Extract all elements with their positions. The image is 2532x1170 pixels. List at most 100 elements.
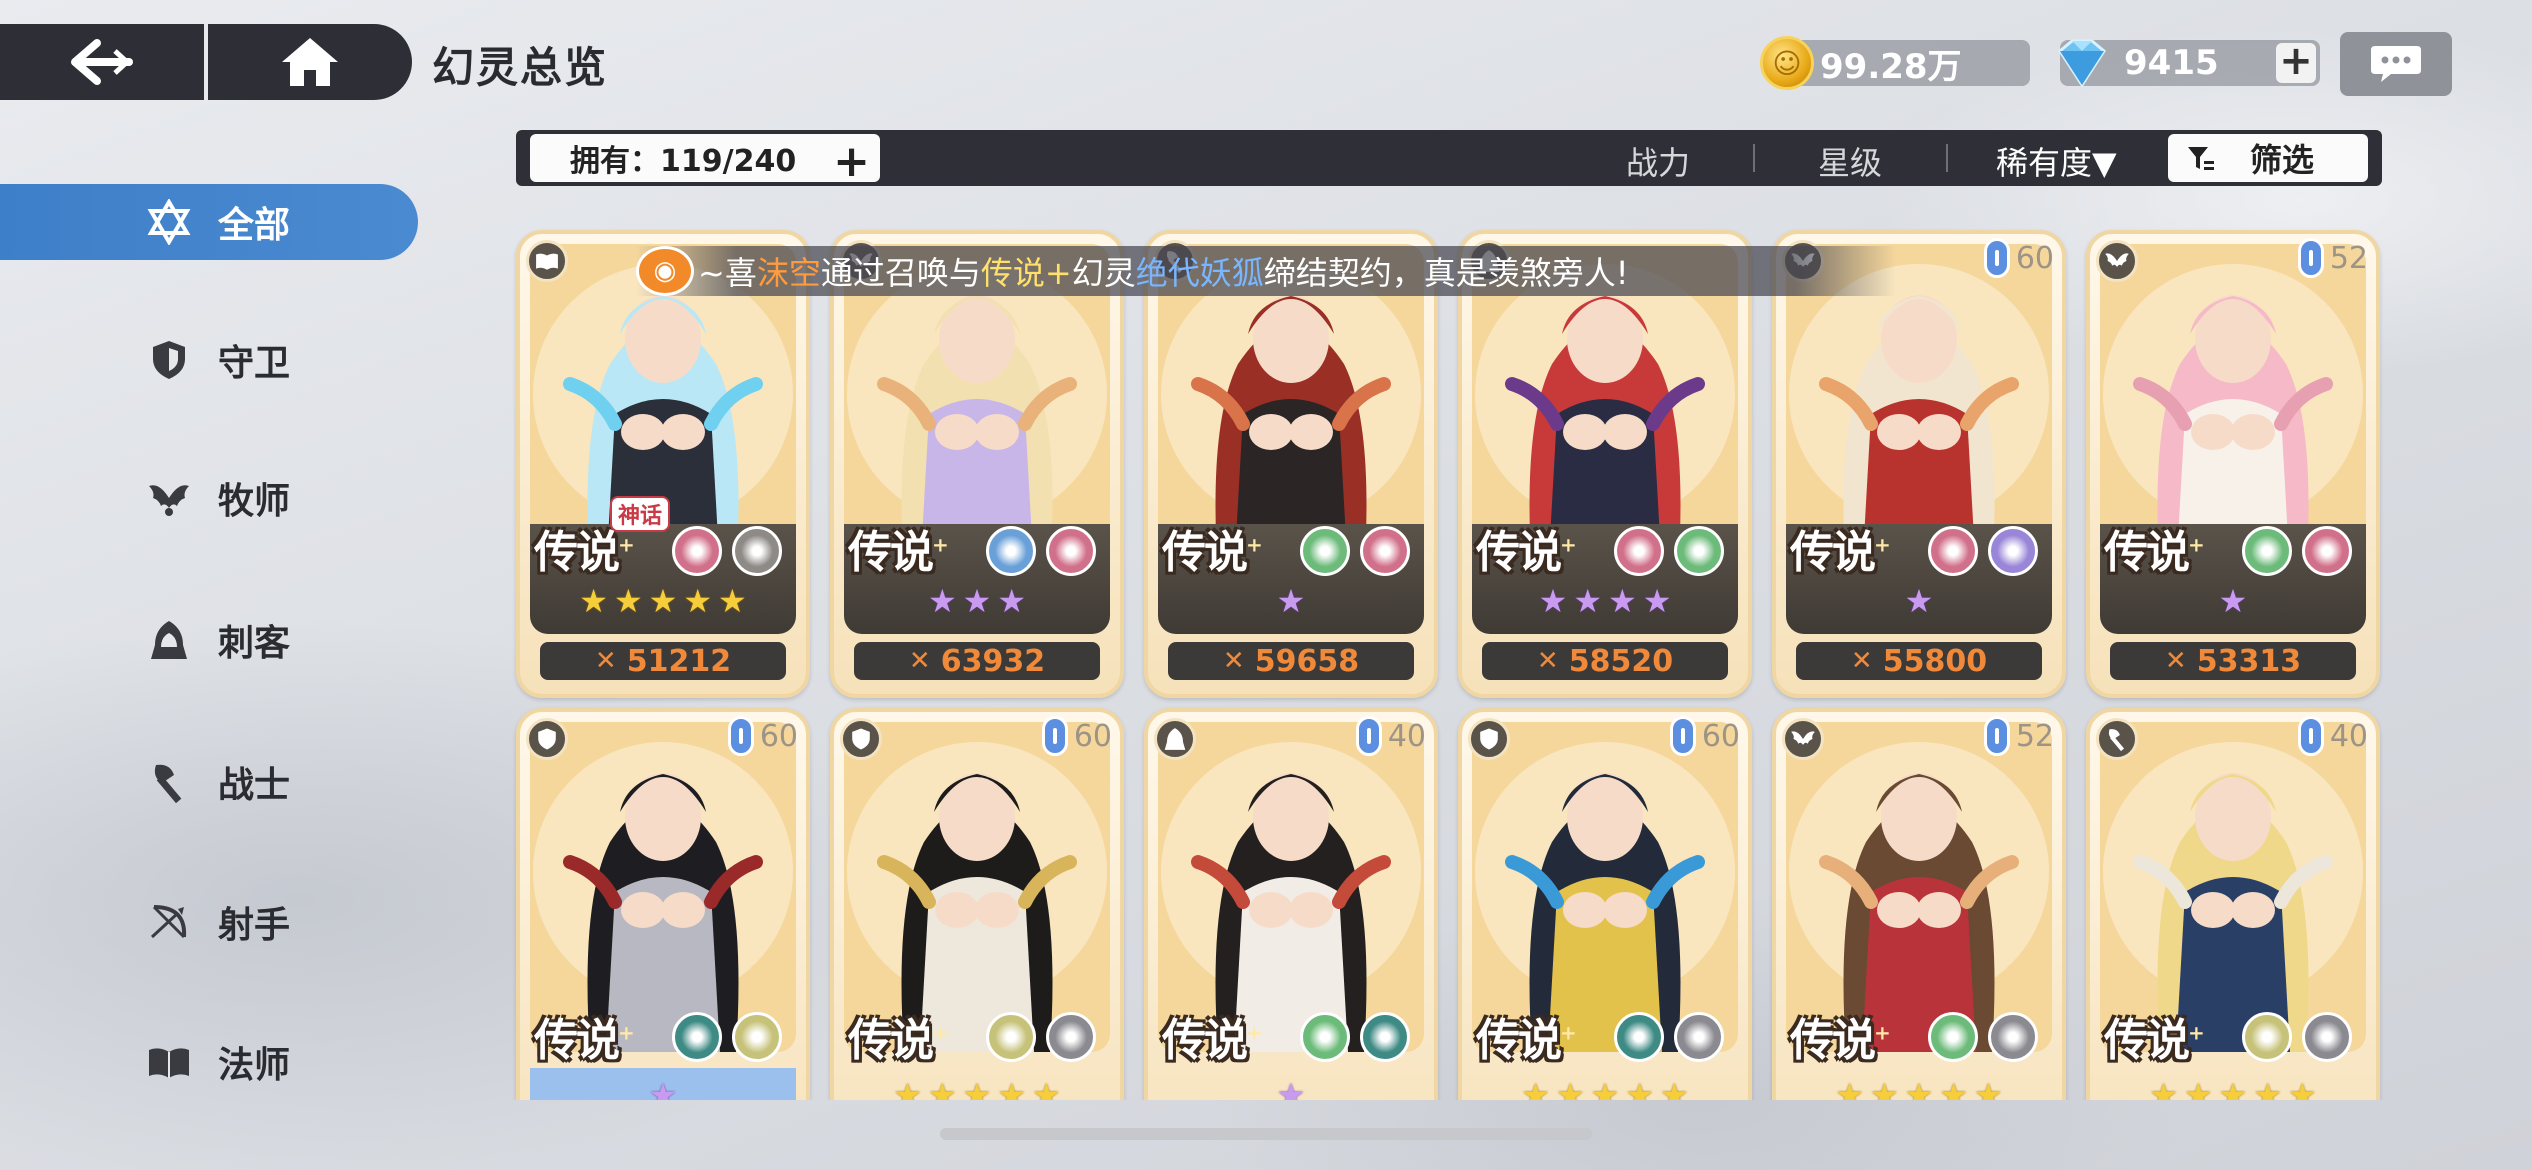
- crossed-swords-icon: ✕: [1850, 646, 1873, 676]
- star-icon: ★: [718, 582, 747, 620]
- rarity-text: 传说: [1476, 527, 1562, 578]
- star-rating: ★: [1776, 584, 2062, 618]
- add-gems-button[interactable]: +: [2276, 41, 2316, 83]
- rarity-label: 传说+: [1476, 527, 1577, 578]
- spirit-card[interactable]: 40 传说+ ★ ★ ★ ★ ★: [2086, 708, 2380, 1100]
- sidebar-item-assassin[interactable]: 刺客: [0, 602, 418, 678]
- rarity-label: 传说+: [1162, 1015, 1263, 1066]
- power-value: 53313: [2196, 643, 2302, 679]
- spirit-card[interactable]: 60 传说+ ★ ✕ 55800: [1772, 230, 2066, 698]
- sidebar-label: 射手: [218, 905, 291, 946]
- hood-icon: [146, 617, 192, 663]
- level-tag: 52: [1983, 716, 2054, 756]
- element-icon: [986, 526, 1036, 576]
- spirit-card[interactable]: 传说+ ★ ✕ 59658: [1144, 230, 1438, 698]
- shield-icon: [146, 337, 192, 383]
- star-icon: ★: [1538, 582, 1568, 620]
- star-icon: ★: [2149, 1076, 2178, 1100]
- rarity-text: 传说: [1162, 527, 1248, 578]
- filter-label: 筛选: [2250, 141, 2315, 179]
- book-icon: [146, 1039, 192, 1085]
- sidebar-item-warrior[interactable]: 战士: [0, 744, 418, 820]
- rarity-text: 传说: [848, 1015, 934, 1066]
- home-button[interactable]: [208, 24, 412, 100]
- rarity-text: 传说: [534, 1015, 620, 1066]
- element-icon: [2242, 526, 2292, 576]
- element-icon: [1674, 1012, 1724, 1062]
- spirit-card[interactable]: 60 传说+ ★ ★ ★ ★ ★: [830, 708, 1124, 1100]
- star-icon: ★: [2183, 1076, 2213, 1100]
- element-icon: [672, 1012, 722, 1062]
- gem-amount: 9415: [2124, 43, 2219, 83]
- star-icon: ★: [683, 582, 713, 620]
- star-icon: ★: [1974, 1076, 2003, 1100]
- star-rating: ★ ★ ★ ★ ★: [2090, 1078, 2376, 1100]
- crossed-swords-icon: ✕: [1536, 646, 1559, 676]
- star-icon: ★: [962, 1076, 992, 1100]
- power-badge: ✕ 58520: [1482, 642, 1728, 680]
- spirit-card[interactable]: 传说+ ★ ★ ★ ✕ 63932: [830, 230, 1124, 698]
- myth-tag: 神话: [610, 496, 671, 532]
- spirit-card[interactable]: 40 传说+ ★: [1144, 708, 1438, 1100]
- sidebar-item-all[interactable]: 全部: [0, 184, 418, 260]
- gold-amount: 99.28万: [1820, 46, 1962, 87]
- gold-counter[interactable]: ☺ 99.28万: [1760, 36, 2030, 90]
- filter-button[interactable]: 筛选: [2168, 134, 2368, 182]
- level-tag: 40: [2297, 716, 2368, 756]
- character-portrait: [1158, 722, 1424, 1052]
- element-icon: [732, 526, 782, 576]
- star-icon: ★: [1608, 582, 1637, 620]
- element-icon: [1046, 1012, 1096, 1062]
- star-icon: ★: [1590, 1076, 1620, 1100]
- spirit-card[interactable]: 传说+ ★ ★ ★ ★ ✕ 58520: [1458, 230, 1752, 698]
- star-rating: ★ ★ ★ ★ ★: [834, 1078, 1120, 1100]
- hood-icon: [1154, 718, 1196, 760]
- star-icon: ★: [613, 582, 643, 620]
- sidebar-label: 牧师: [218, 481, 291, 522]
- star-icon: ★: [648, 582, 678, 620]
- rarity-label: 传说+: [848, 527, 949, 578]
- spirit-card[interactable]: 60 传说+ ★ ★ ★ ★ ★: [1458, 708, 1752, 1100]
- sidebar-item-guard[interactable]: 守卫: [0, 322, 418, 398]
- expand-slots-button[interactable]: +: [833, 136, 870, 187]
- sort-star-tab[interactable]: 星级: [1818, 138, 1882, 184]
- rarity-label: 传说+: [1790, 527, 1891, 578]
- crossed-swords-icon: ✕: [1222, 646, 1245, 676]
- back-button[interactable]: [0, 24, 204, 100]
- owned-count-box[interactable]: 拥有：119/240 +: [530, 134, 880, 187]
- spirit-card[interactable]: 60 传说+ ★: [516, 708, 810, 1100]
- sidebar-item-archer[interactable]: 射手: [0, 884, 418, 960]
- rarity-text: 传说: [2104, 527, 2190, 578]
- star-icon: ★: [1939, 1076, 1969, 1100]
- element-icon: [2242, 1012, 2292, 1062]
- top-nav-bar: [0, 24, 412, 100]
- star-icon: ★: [2218, 582, 2248, 620]
- sort-power-tab[interactable]: 战力: [1626, 138, 1690, 184]
- marquee-text-2: 通过召唤与: [820, 254, 981, 292]
- element-icon: [2302, 1012, 2352, 1062]
- marquee-spirit-name: 绝代妖狐: [1135, 254, 1264, 292]
- gem-counter: 9415 +: [2058, 39, 2320, 88]
- sort-rarity-tab[interactable]: 稀有度▼: [1996, 138, 2117, 184]
- home-indicator[interactable]: [940, 1128, 1592, 1140]
- element-icon: [1674, 526, 1724, 576]
- rarity-text: 传说: [1790, 1015, 1876, 1066]
- sidebar-label: 法师: [218, 1045, 291, 1086]
- sidebar-item-priest[interactable]: 牧师: [0, 460, 418, 536]
- shield-icon: [526, 718, 568, 760]
- character-portrait: [1786, 722, 2052, 1052]
- element-icon: [1614, 526, 1664, 576]
- star-rating: ★: [1148, 584, 1434, 618]
- sidebar-item-mage[interactable]: 法师: [0, 1024, 418, 1100]
- star-icon: ★: [1032, 1076, 1061, 1100]
- chat-button[interactable]: [2340, 32, 2452, 96]
- rarity-label: 传说+: [2104, 527, 2205, 578]
- spirit-card[interactable]: 传说+ 神话 ★ ★ ★ ★ ★ ✕ 51212: [516, 230, 810, 698]
- card-level: 60: [1073, 718, 1112, 754]
- star-icon: ★: [1276, 1076, 1306, 1100]
- spirit-card[interactable]: 52 传说+ ★ ★ ★ ★ ★: [1772, 708, 2066, 1100]
- spirit-card[interactable]: 52 传说+ ★ ✕ 53313: [2086, 230, 2380, 698]
- element-icon: [1928, 1012, 1978, 1062]
- level-pill-icon: [727, 716, 754, 756]
- sidebar-label: 全部: [218, 205, 291, 246]
